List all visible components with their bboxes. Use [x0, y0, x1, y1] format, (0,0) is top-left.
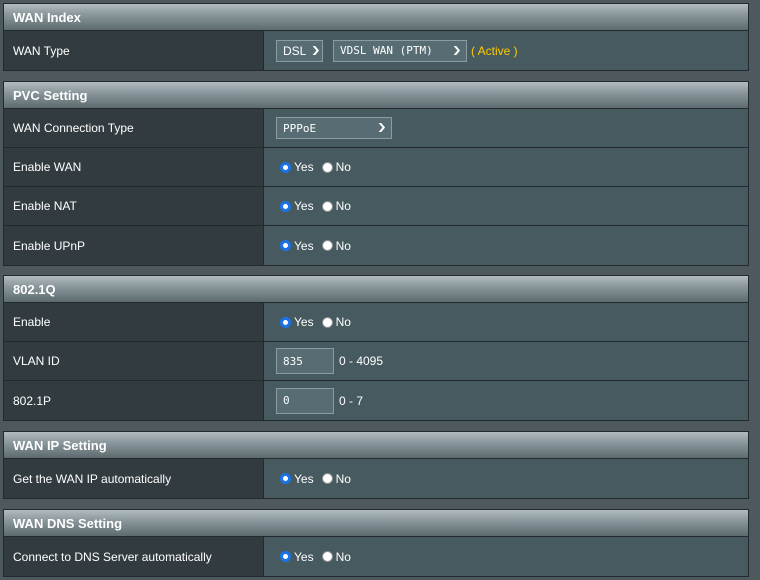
auto-dns-value: Yes No: [264, 537, 748, 576]
vlan-id-value: 835 0 - 4095: [264, 342, 748, 380]
priority-label: 802.1P: [4, 381, 264, 420]
auto-ip-label: Get the WAN IP automatically: [4, 459, 264, 498]
pvc-setting-header: PVC Setting: [4, 82, 748, 109]
dot1q-header: 802.1Q: [4, 276, 748, 303]
enable-upnp-radio-group: Yes No: [276, 239, 355, 253]
radio-yes-label: Yes: [294, 315, 314, 329]
dot1q-section: 802.1Q Enable Yes No VLAN ID 835 0 - 409…: [3, 275, 749, 421]
auto-ip-value: Yes No: [264, 459, 748, 498]
priority-input[interactable]: 0: [276, 387, 334, 414]
wan-type-value: DSL ❯ VDSL WAN (PTM) ❯ ( Active ): [264, 31, 748, 70]
auto-ip-no-radio[interactable]: [321, 473, 333, 484]
auto-dns-no-radio[interactable]: [321, 551, 333, 562]
radio-no-label: No: [335, 315, 351, 329]
dsl-select-value: DSL: [283, 43, 307, 58]
enable-nat-yes-radio[interactable]: [280, 200, 291, 212]
wan-index-header: WAN Index: [4, 4, 748, 31]
wan-index-section: WAN Index WAN Type DSL ❯ VDSL WAN (PTM) …: [3, 3, 749, 71]
radio-yes-label: Yes: [294, 549, 314, 564]
enable-upnp-value: Yes No: [264, 226, 748, 265]
chevron-down-icon: ❯: [377, 123, 388, 133]
enable-wan-no-radio[interactable]: [321, 161, 333, 173]
radio-yes-label: Yes: [294, 238, 314, 253]
radio-no-label: No: [335, 238, 351, 253]
connection-type-value: PPPoE ❯: [264, 109, 748, 147]
wan-dns-section: WAN DNS Setting Connect to DNS Server au…: [3, 509, 749, 577]
vlan-id-input[interactable]: 835: [276, 348, 334, 374]
radio-no-label: No: [335, 199, 351, 213]
radio-yes-label: Yes: [294, 199, 314, 213]
enable-nat-no-radio[interactable]: [321, 200, 333, 212]
dot1q-enable-label: Enable: [4, 303, 264, 341]
connection-type-select[interactable]: PPPoE ❯: [276, 117, 392, 139]
dsl-select[interactable]: DSL ❯: [276, 39, 323, 62]
dot1q-enable-row: Enable Yes No: [4, 303, 748, 342]
active-status: ( Active ): [471, 43, 518, 58]
enable-wan-value: Yes No: [264, 148, 748, 186]
vlan-id-label: VLAN ID: [4, 342, 264, 380]
vlan-id-range: 0 - 4095: [339, 354, 384, 368]
enable-wan-row: Enable WAN Yes No: [4, 148, 748, 187]
enable-upnp-label: Enable UPnP: [4, 226, 264, 265]
auto-dns-radio-group: Yes No: [276, 550, 355, 564]
wan-dns-header: WAN DNS Setting: [4, 510, 748, 537]
radio-no-label: No: [335, 160, 351, 174]
radio-yes-label: Yes: [294, 471, 314, 486]
enable-nat-row: Enable NAT Yes No: [4, 187, 748, 226]
dot1q-enable-no-radio[interactable]: [321, 316, 333, 328]
enable-upnp-no-radio[interactable]: [321, 240, 333, 251]
dot1q-enable-radio-group: Yes No: [276, 315, 355, 329]
vdsl-select[interactable]: VDSL WAN (PTM) ❯: [333, 39, 467, 62]
radio-no-label: No: [335, 471, 351, 486]
wan-type-label: WAN Type: [4, 31, 264, 70]
wan-ip-section: WAN IP Setting Get the WAN IP automatica…: [3, 431, 749, 499]
enable-upnp-row: Enable UPnP Yes No: [4, 226, 748, 265]
enable-nat-value: Yes No: [264, 187, 748, 225]
auto-ip-radio-group: Yes No: [276, 472, 355, 486]
auto-dns-label: Connect to DNS Server automatically: [4, 537, 264, 576]
radio-no-label: No: [335, 549, 351, 564]
chevron-down-icon: ❯: [311, 45, 322, 56]
wan-type-row: WAN Type DSL ❯ VDSL WAN (PTM) ❯ ( Active…: [4, 31, 748, 70]
radio-yes-label: Yes: [294, 160, 314, 174]
priority-row: 802.1P 0 0 - 7: [4, 381, 748, 420]
enable-wan-radio-group: Yes No: [276, 160, 355, 174]
dot1q-enable-yes-radio[interactable]: [280, 316, 291, 328]
enable-wan-yes-radio[interactable]: [280, 161, 291, 173]
vdsl-select-value: VDSL WAN (PTM): [340, 44, 433, 57]
pvc-setting-section: PVC Setting WAN Connection Type PPPoE ❯ …: [3, 81, 749, 266]
enable-upnp-yes-radio[interactable]: [280, 240, 291, 251]
chevron-down-icon: ❯: [452, 45, 463, 56]
wan-ip-header: WAN IP Setting: [4, 432, 748, 459]
enable-wan-label: Enable WAN: [4, 148, 264, 186]
auto-dns-row: Connect to DNS Server automatically Yes …: [4, 537, 748, 576]
auto-dns-yes-radio[interactable]: [280, 551, 291, 562]
enable-nat-label: Enable NAT: [4, 187, 264, 225]
connection-type-row: WAN Connection Type PPPoE ❯: [4, 109, 748, 148]
enable-nat-radio-group: Yes No: [276, 199, 355, 213]
priority-value: 0 0 - 7: [264, 381, 748, 420]
dot1q-enable-value: Yes No: [264, 303, 748, 341]
auto-ip-row: Get the WAN IP automatically Yes No: [4, 459, 748, 498]
auto-ip-yes-radio[interactable]: [280, 473, 291, 484]
connection-type-label: WAN Connection Type: [4, 109, 264, 147]
priority-range: 0 - 7: [339, 393, 364, 408]
vlan-id-row: VLAN ID 835 0 - 4095: [4, 342, 748, 381]
connection-type-select-value: PPPoE: [283, 121, 317, 135]
